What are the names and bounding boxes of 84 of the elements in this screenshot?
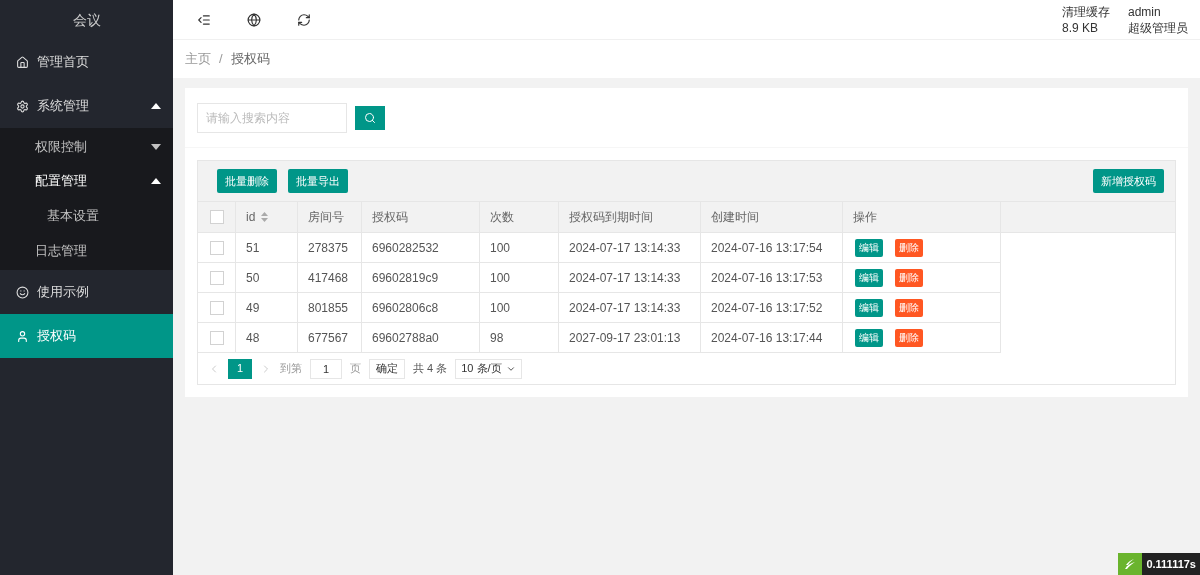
search-icon <box>364 111 376 124</box>
submenu-item[interactable]: 基本设置 <box>0 198 173 234</box>
table-cell-text: 801855 <box>308 299 349 317</box>
caret-up-icon <box>151 103 161 109</box>
column-header: 房间号 <box>308 209 344 226</box>
checkbox[interactable] <box>209 300 224 315</box>
table-cell-text: 2024-07-16 13:17:54 <box>711 239 823 257</box>
breadcrumb-item[interactable]: 主页 <box>185 49 211 69</box>
toolbar-button[interactable]: 批量导出 <box>288 169 348 193</box>
page-unit: 页 <box>350 361 361 377</box>
user-icon <box>16 329 29 343</box>
submenu-item[interactable]: 权限控制 <box>0 130 173 164</box>
table-cell-text: 69602819c9 <box>372 269 439 287</box>
page-size-select[interactable]: 10 条/页 <box>455 358 522 379</box>
add-button[interactable]: 新增授权码 <box>1093 169 1164 193</box>
breadcrumb-separator: / <box>219 50 223 69</box>
submenu-item[interactable]: 配置管理 <box>0 164 173 198</box>
delete-button[interactable]: 删除 <box>895 268 923 287</box>
sidebar-item[interactable]: 系统管理 <box>0 84 173 128</box>
table-cell-text: 100 <box>490 299 511 317</box>
gear-icon <box>16 99 29 113</box>
delete-button[interactable]: 删除 <box>895 298 923 317</box>
table-cell-text: 278375 <box>308 239 349 257</box>
toolbar-button[interactable]: 批量删除 <box>217 169 277 193</box>
column-header: 授权码 <box>372 209 408 226</box>
caret-up-icon <box>151 178 161 184</box>
app-title: 会议 <box>72 10 101 30</box>
table-cell-text: 2027-09-17 23:01:13 <box>569 329 681 347</box>
clear-cache-button[interactable]: 清理缓存 8.9 KB <box>1062 3 1110 36</box>
table-cell-text: 100 <box>490 239 511 257</box>
home-icon <box>16 55 29 69</box>
column-header: 次数 <box>490 209 514 226</box>
edit-button[interactable]: 编辑 <box>855 328 883 347</box>
globe-icon[interactable] <box>247 12 261 27</box>
column-header: 授权码到期时间 <box>569 209 653 226</box>
sidebar-item[interactable]: 使用示例 <box>0 270 173 314</box>
table-cell-text: 69602806c8 <box>372 299 439 317</box>
sidebar-item[interactable]: 授权码 <box>0 314 173 358</box>
page-input[interactable]: 1 <box>310 358 342 379</box>
delete-button[interactable]: 删除 <box>895 238 923 257</box>
table-cell-text: 677567 <box>308 329 349 347</box>
page-button[interactable]: 1 <box>228 358 252 379</box>
column-header: 操作 <box>853 209 877 226</box>
table-cell-text: 49 <box>246 299 260 317</box>
delete-button[interactable]: 删除 <box>895 328 923 347</box>
table-cell-text: 2024-07-16 13:17:44 <box>711 329 823 347</box>
table-cell-text: 51 <box>246 239 260 257</box>
sidebar-item[interactable]: 管理首页 <box>0 40 173 84</box>
edit-button[interactable]: 编辑 <box>855 268 883 287</box>
checkbox[interactable] <box>209 270 224 285</box>
confirm-button[interactable]: 确定 <box>369 358 405 379</box>
table-cell-text: 2024-07-17 13:14:33 <box>569 269 681 287</box>
caret-down-icon <box>151 144 161 150</box>
table-cell-text: 48 <box>246 329 260 347</box>
checkbox[interactable] <box>209 330 224 345</box>
table-cell-text: 100 <box>490 269 511 287</box>
table-cell-text: 98 <box>490 329 504 347</box>
total-count: 共 4 条 <box>413 361 448 377</box>
breadcrumb-item[interactable]: 授权码 <box>230 49 270 69</box>
table-cell-text: 2024-07-16 13:17:53 <box>711 269 823 287</box>
smiley-icon <box>16 285 29 299</box>
checkbox[interactable] <box>209 240 224 255</box>
checkbox[interactable] <box>209 210 224 224</box>
table-cell-text: 6960282532 <box>372 239 439 257</box>
user-menu[interactable]: admin 超级管理员 <box>1128 3 1188 36</box>
search-button[interactable] <box>355 105 385 130</box>
submenu-item[interactable]: 日志管理 <box>0 234 173 268</box>
debug-timer: 0.111117s <box>1142 553 1200 575</box>
goto-label: 到第 <box>280 361 302 377</box>
column-header[interactable]: id <box>246 208 256 226</box>
table-cell-text: 50 <box>246 269 260 287</box>
table-cell-text: 417468 <box>308 269 349 287</box>
search-field[interactable]: 请输入搜索内容 <box>197 102 347 133</box>
table-cell-text: 69602788a0 <box>372 329 439 347</box>
table-cell-text: 2024-07-16 13:17:52 <box>711 299 823 317</box>
column-header: 创建时间 <box>711 209 759 226</box>
edit-button[interactable]: 编辑 <box>855 298 883 317</box>
menu-icon[interactable] <box>197 12 211 27</box>
edit-button[interactable]: 编辑 <box>855 238 883 257</box>
table-cell-text: 2024-07-17 13:14:33 <box>569 299 681 317</box>
leaf-icon <box>1118 553 1143 575</box>
sort-icon[interactable] <box>261 212 269 222</box>
refresh-icon[interactable] <box>297 12 311 27</box>
table-cell-text: 2024-07-17 13:14:33 <box>569 239 681 257</box>
